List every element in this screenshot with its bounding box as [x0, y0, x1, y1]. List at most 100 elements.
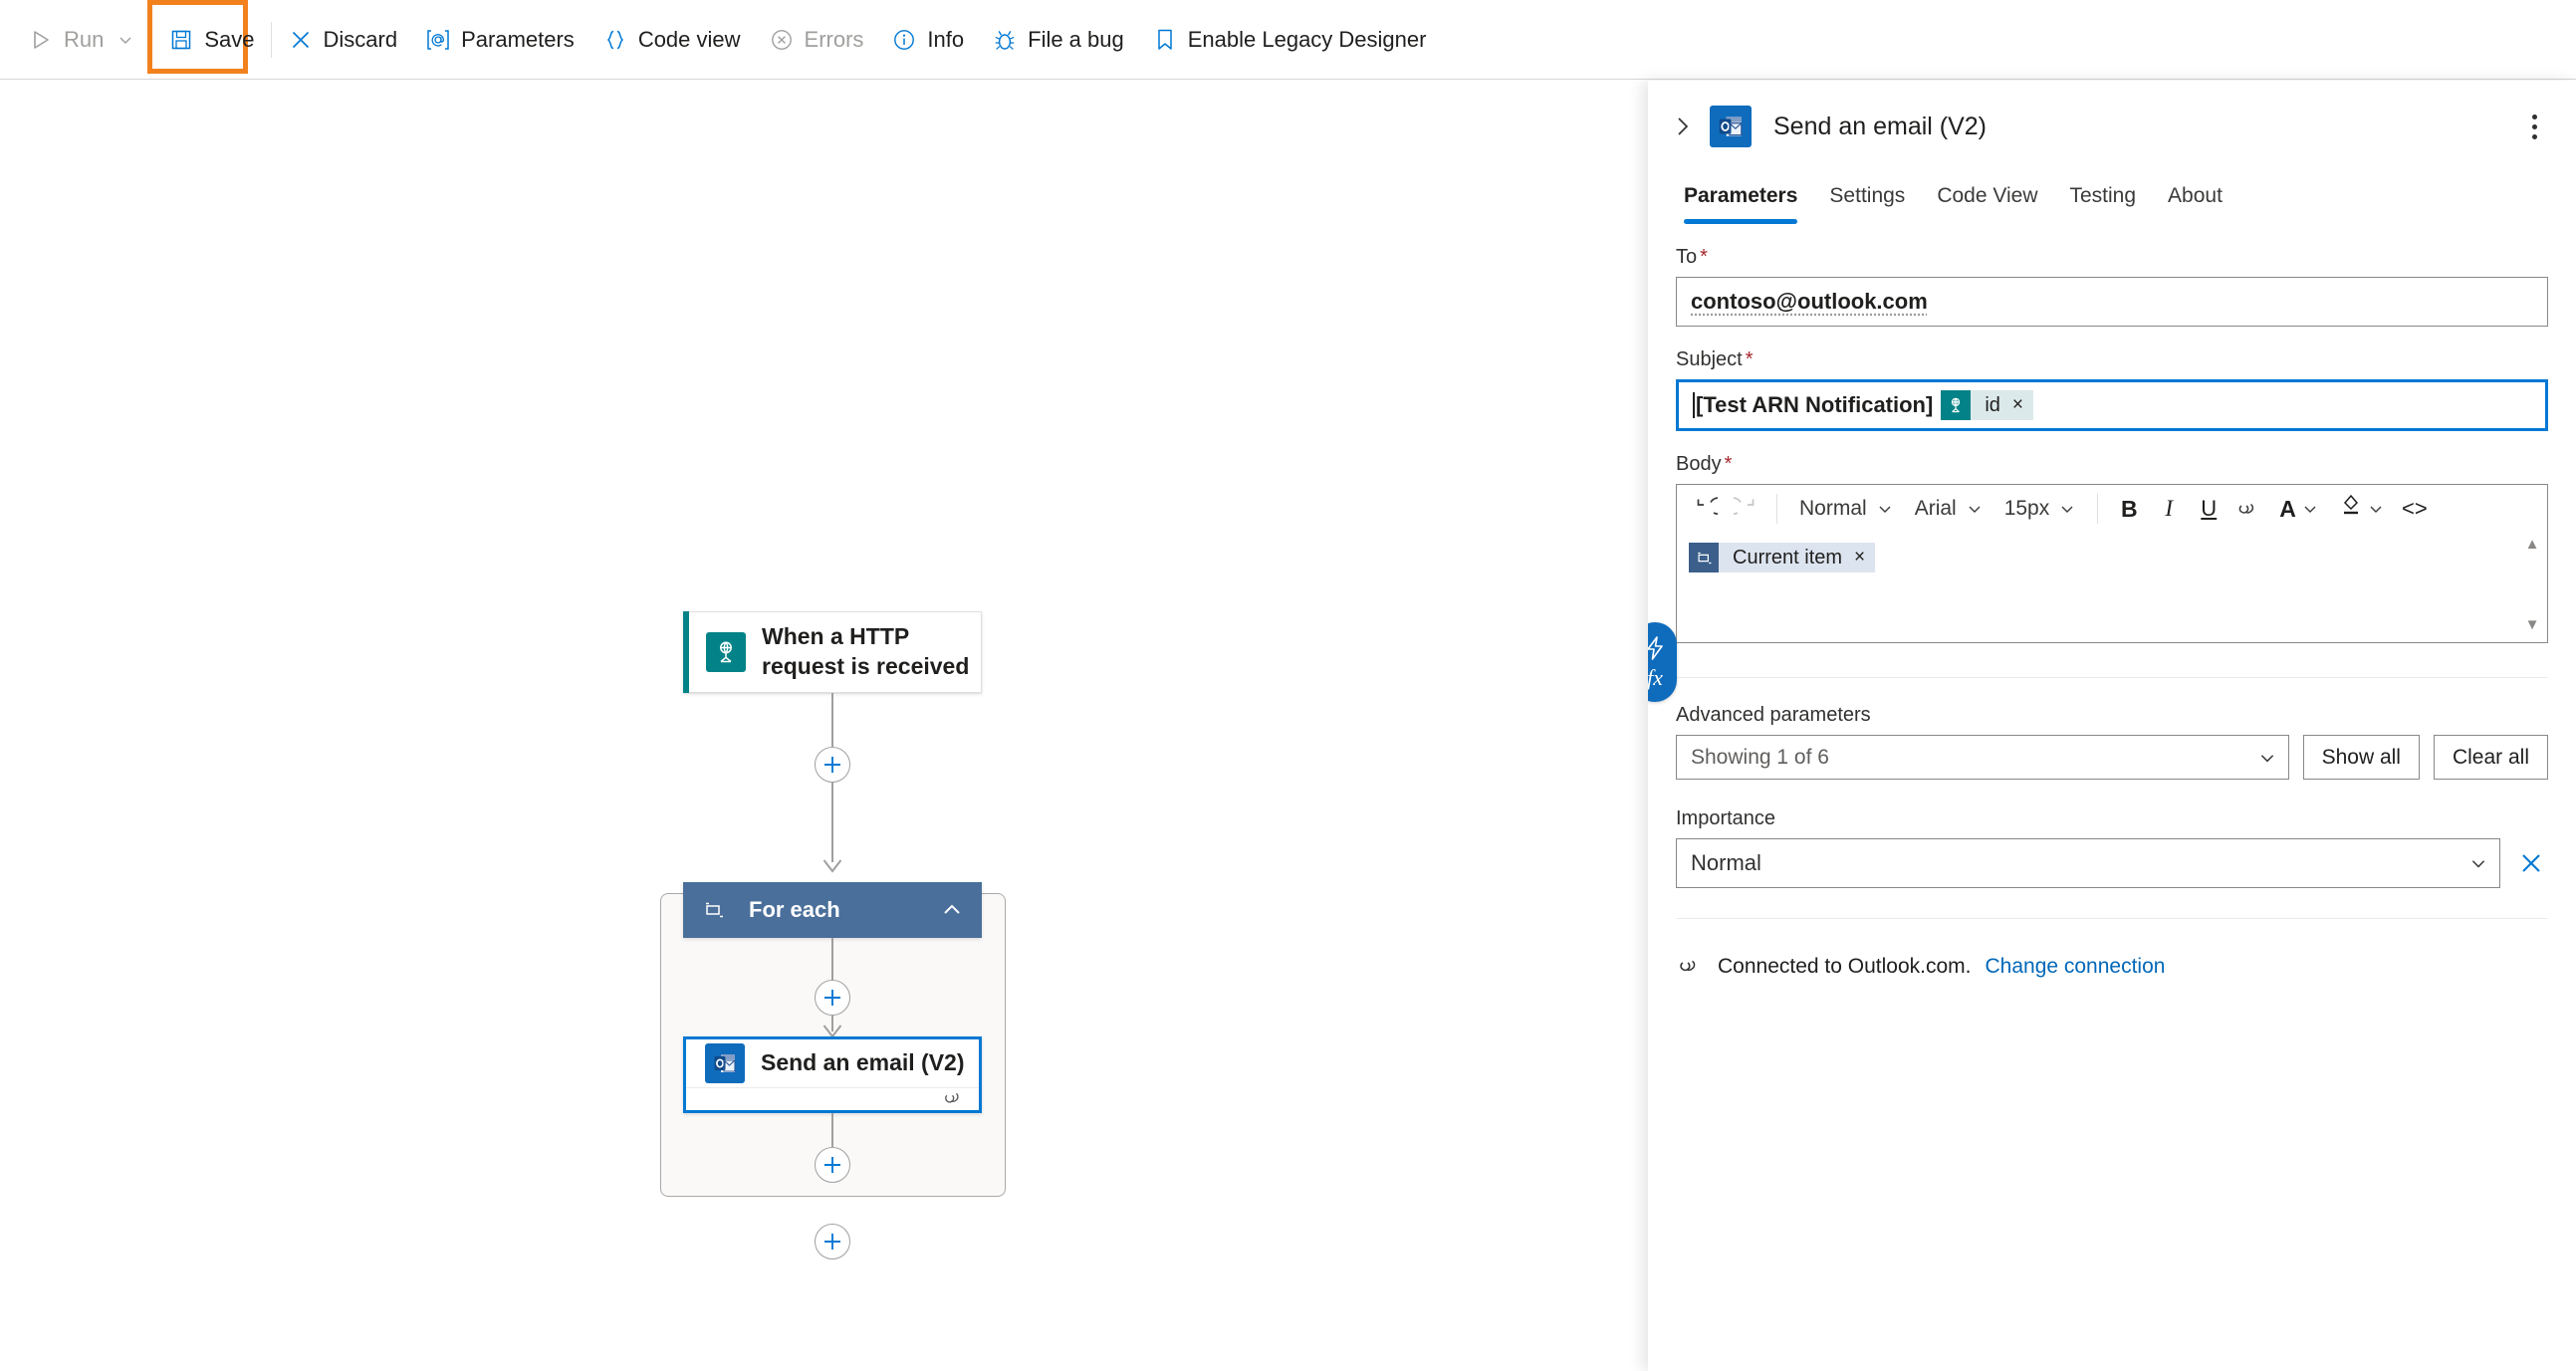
foreach-loop-icon [701, 897, 727, 923]
trigger-node-title: When a HTTP request is received [762, 623, 970, 679]
to-input-value: contoso@outlook.com [1691, 289, 1928, 314]
parameters-label: Parameters [461, 26, 575, 52]
remove-token-button[interactable]: × [2012, 394, 2023, 416]
scroll-down-arrow-icon[interactable]: ▼ [2525, 617, 2540, 632]
tab-code-view-label: Code View [1937, 184, 2038, 207]
add-step-inside-foreach-top-button[interactable] [815, 980, 850, 1016]
code-view-button[interactable]: <> [2396, 490, 2434, 528]
add-step-after-foreach-button[interactable] [815, 1224, 850, 1259]
importance-label: Importance [1676, 807, 1776, 829]
font-size-value: 15px [2003, 497, 2050, 520]
workflow-canvas[interactable]: When a HTTP request is received For each [0, 81, 1648, 1371]
scroll-up-arrow-icon[interactable]: ▲ [2525, 537, 2540, 552]
dynamic-content-and-expression-button[interactable]: fx [1648, 622, 1677, 702]
chevron-right-icon[interactable] [1670, 114, 1696, 139]
underline-button[interactable]: U [2190, 490, 2227, 528]
undo-icon[interactable] [1687, 490, 1725, 528]
tab-settings-label: Settings [1829, 184, 1906, 207]
to-field-label: To * [1676, 246, 2548, 269]
add-step-inside-foreach-bottom-button[interactable] [815, 1147, 850, 1183]
info-label: Info [927, 26, 965, 52]
advanced-parameters-dropdown[interactable]: Showing 1 of 6 [1676, 735, 2289, 780]
remove-token-button[interactable]: × [1854, 547, 1865, 569]
tab-testing[interactable]: Testing [2054, 176, 2153, 224]
save-button[interactable]: Save [154, 17, 268, 63]
file-a-bug-button[interactable]: File a bug [978, 17, 1138, 63]
save-label: Save [204, 26, 255, 52]
code-view-label: Code view [637, 26, 741, 52]
subject-input[interactable]: [Test ARN Notification] id × [1676, 379, 2548, 431]
tab-parameters[interactable]: Parameters [1668, 176, 1813, 224]
enable-legacy-designer-button[interactable]: Enable Legacy Designer [1138, 17, 1441, 63]
body-rich-text-editor[interactable]: Normal Arial 15px B I U A <> Current ite… [1676, 484, 2548, 643]
bold-button[interactable]: B [2110, 490, 2148, 528]
clear-importance-button[interactable] [2514, 846, 2548, 880]
trigger-node-http-request[interactable]: When a HTTP request is received [683, 611, 982, 693]
http-request-icon [706, 632, 746, 672]
run-button[interactable]: Run [14, 17, 149, 63]
errors-label: Errors [804, 26, 864, 52]
clear-all-button[interactable]: Clear all [2433, 735, 2548, 780]
more-vertical-icon[interactable] [2520, 112, 2548, 141]
info-button[interactable]: Info [877, 17, 978, 63]
tab-settings[interactable]: Settings [1813, 176, 1921, 224]
connector-arrowhead [822, 859, 842, 873]
outlook-icon [705, 1043, 745, 1083]
run-label: Run [64, 26, 105, 52]
to-input[interactable]: contoso@outlook.com [1676, 277, 2548, 327]
font-family-dropdown[interactable]: Arial [1905, 490, 1992, 528]
parameters-form: fx To * contoso@outlook.com Subject * [Tes… [1648, 246, 2576, 981]
discard-icon [288, 27, 314, 53]
dynamic-token-id[interactable]: id × [1941, 390, 2034, 420]
chevron-down-icon[interactable] [116, 30, 135, 50]
subject-field-label: Subject * [1676, 348, 2548, 371]
subject-label-text: Subject [1676, 348, 1743, 370]
save-icon [168, 27, 194, 53]
font-color-glyph: A [2279, 495, 2296, 522]
foreach-node-header[interactable]: For each [683, 882, 982, 938]
panel-tabs: Parameters Settings Code View Testing Ab… [1648, 176, 2576, 224]
body-content-area[interactable]: Current item × ▲ ▼ [1677, 533, 2547, 642]
paragraph-style-value: Normal [1799, 497, 1867, 520]
foreach-node-title: For each [749, 897, 840, 922]
connector-line [831, 1113, 833, 1147]
error-circle-icon [769, 27, 795, 53]
body-label-text: Body [1676, 453, 1722, 475]
action-node-send-an-email[interactable]: Send an email (V2) [683, 1036, 982, 1113]
highlight-color-dropdown[interactable] [2330, 490, 2394, 528]
toolbar-divider [270, 21, 272, 58]
text-caret [1693, 392, 1695, 418]
connection-status-row: Connected to Outlook.com. Change connect… [1676, 953, 2548, 981]
font-size-dropdown[interactable]: 15px [1994, 490, 2086, 528]
at-bracket-icon [425, 27, 451, 53]
code-view-button[interactable]: Code view [588, 17, 755, 63]
chevron-down-icon [2304, 506, 2316, 513]
italic-button[interactable]: I [2150, 490, 2188, 528]
link-icon[interactable] [2229, 490, 2267, 528]
tab-code-view[interactable]: Code View [1921, 176, 2053, 224]
change-connection-link[interactable]: Change connection [1985, 955, 2165, 979]
chevron-up-icon[interactable] [940, 898, 964, 922]
paragraph-style-dropdown[interactable]: Normal [1789, 490, 1903, 528]
font-color-dropdown[interactable]: A [2269, 490, 2328, 528]
bookmark-icon [1152, 27, 1178, 53]
action-details-panel: Send an email (V2) Parameters Settings C… [1648, 81, 2576, 1371]
required-asterisk: * [1724, 453, 1733, 475]
importance-dropdown[interactable]: Normal [1676, 838, 2500, 888]
http-request-icon [1941, 390, 1972, 420]
errors-button[interactable]: Errors [755, 17, 878, 63]
importance-row: Normal [1676, 838, 2548, 888]
dynamic-token-current-item[interactable]: Current item × [1689, 543, 1876, 572]
tab-about-label: About [2168, 184, 2223, 207]
body-scrollbar[interactable]: ▲ ▼ [2523, 533, 2541, 642]
advanced-parameters-row: Showing 1 of 6 Show all Clear all [1676, 735, 2548, 780]
show-all-button[interactable]: Show all [2302, 735, 2420, 780]
discard-button[interactable]: Discard [274, 17, 412, 63]
parameters-button[interactable]: Parameters [411, 17, 588, 63]
tab-about[interactable]: About [2152, 176, 2238, 224]
connector-line [831, 783, 833, 862]
rich-text-toolbar: Normal Arial 15px B I U A <> [1677, 485, 2547, 533]
redo-icon[interactable] [1727, 490, 1764, 528]
advanced-parameters-label: Advanced parameters [1676, 704, 1871, 726]
add-step-after-trigger-button[interactable] [815, 747, 850, 783]
